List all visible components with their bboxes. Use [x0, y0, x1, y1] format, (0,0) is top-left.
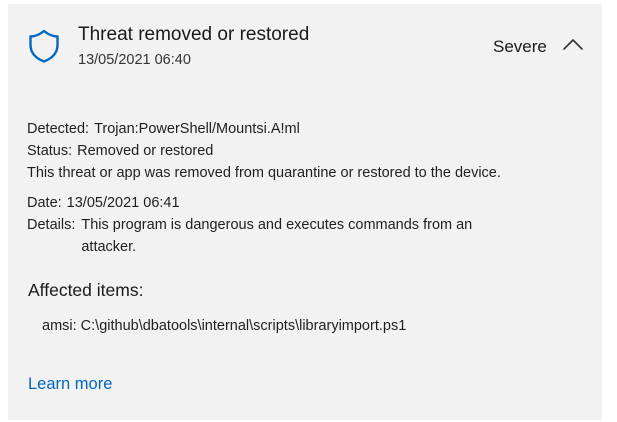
details-row: Details: This program is dangerous and ex… [27, 214, 587, 258]
severity-label: Severe [493, 37, 547, 56]
affected-items-heading: Affected items: [28, 280, 144, 300]
threat-details: Detected: Trojan:PowerShell/Mountsi.A!ml … [27, 118, 587, 258]
shield-icon [29, 29, 59, 63]
threat-header[interactable]: Threat removed or restored 13/05/2021 06… [8, 4, 602, 84]
date-value: 13/05/2021 06:41 [66, 195, 180, 211]
date-label: Date: [27, 195, 62, 211]
status-value: Removed or restored [77, 143, 214, 159]
status-row: Status: Removed or restored [27, 140, 587, 162]
chevron-up-icon[interactable] [560, 34, 586, 54]
detected-label: Detected: [27, 121, 90, 137]
affected-item: amsi: C:\github\dbatools\internal\script… [42, 318, 407, 334]
learn-more-link[interactable]: Learn more [28, 375, 112, 394]
details-value: This program is dangerous and executes c… [81, 217, 473, 255]
status-label: Status: [27, 143, 73, 159]
date-row: Date: 13/05/2021 06:41 [27, 192, 587, 214]
details-label: Details: [27, 217, 76, 233]
threat-description: This threat or app was removed from quar… [27, 165, 501, 181]
threat-timestamp: 13/05/2021 06:40 [78, 52, 191, 68]
detected-row: Detected: Trojan:PowerShell/Mountsi.A!ml [27, 118, 587, 140]
threat-card: Threat removed or restored 13/05/2021 06… [8, 4, 602, 420]
threat-title: Threat removed or restored [78, 24, 310, 45]
detected-value: Trojan:PowerShell/Mountsi.A!ml [94, 121, 300, 137]
